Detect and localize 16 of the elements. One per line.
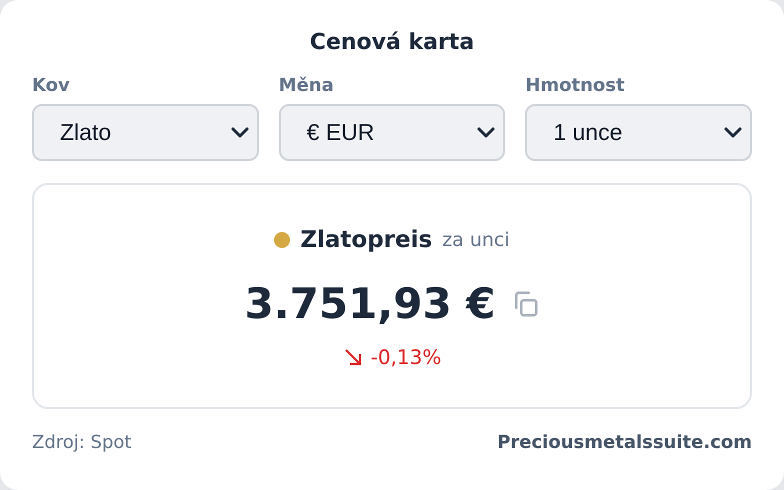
field-label: Měna xyxy=(278,74,335,98)
unit-label: za unci xyxy=(442,228,510,253)
field-label: Hmotnost xyxy=(525,74,626,98)
field-label: Kov xyxy=(32,74,71,98)
card-title: Cenová karta xyxy=(310,29,474,57)
chevron-down-icon xyxy=(230,126,249,138)
metal-name: Zlatopreis xyxy=(300,226,432,255)
site-link[interactable]: Preciousmetalssuite.com xyxy=(497,429,752,456)
chevron-down-icon xyxy=(477,126,496,138)
dropdown[interactable]: Zlato xyxy=(32,104,259,161)
chevron-down-icon xyxy=(724,126,742,138)
dropdown[interactable]: 1 unce xyxy=(525,104,752,161)
price-change: -0,13% xyxy=(370,344,442,370)
source-label: Zdroj: Spot xyxy=(32,431,132,455)
dropdown[interactable]: € EUR xyxy=(278,104,506,161)
price-value: 3.751,93 € xyxy=(244,278,496,330)
